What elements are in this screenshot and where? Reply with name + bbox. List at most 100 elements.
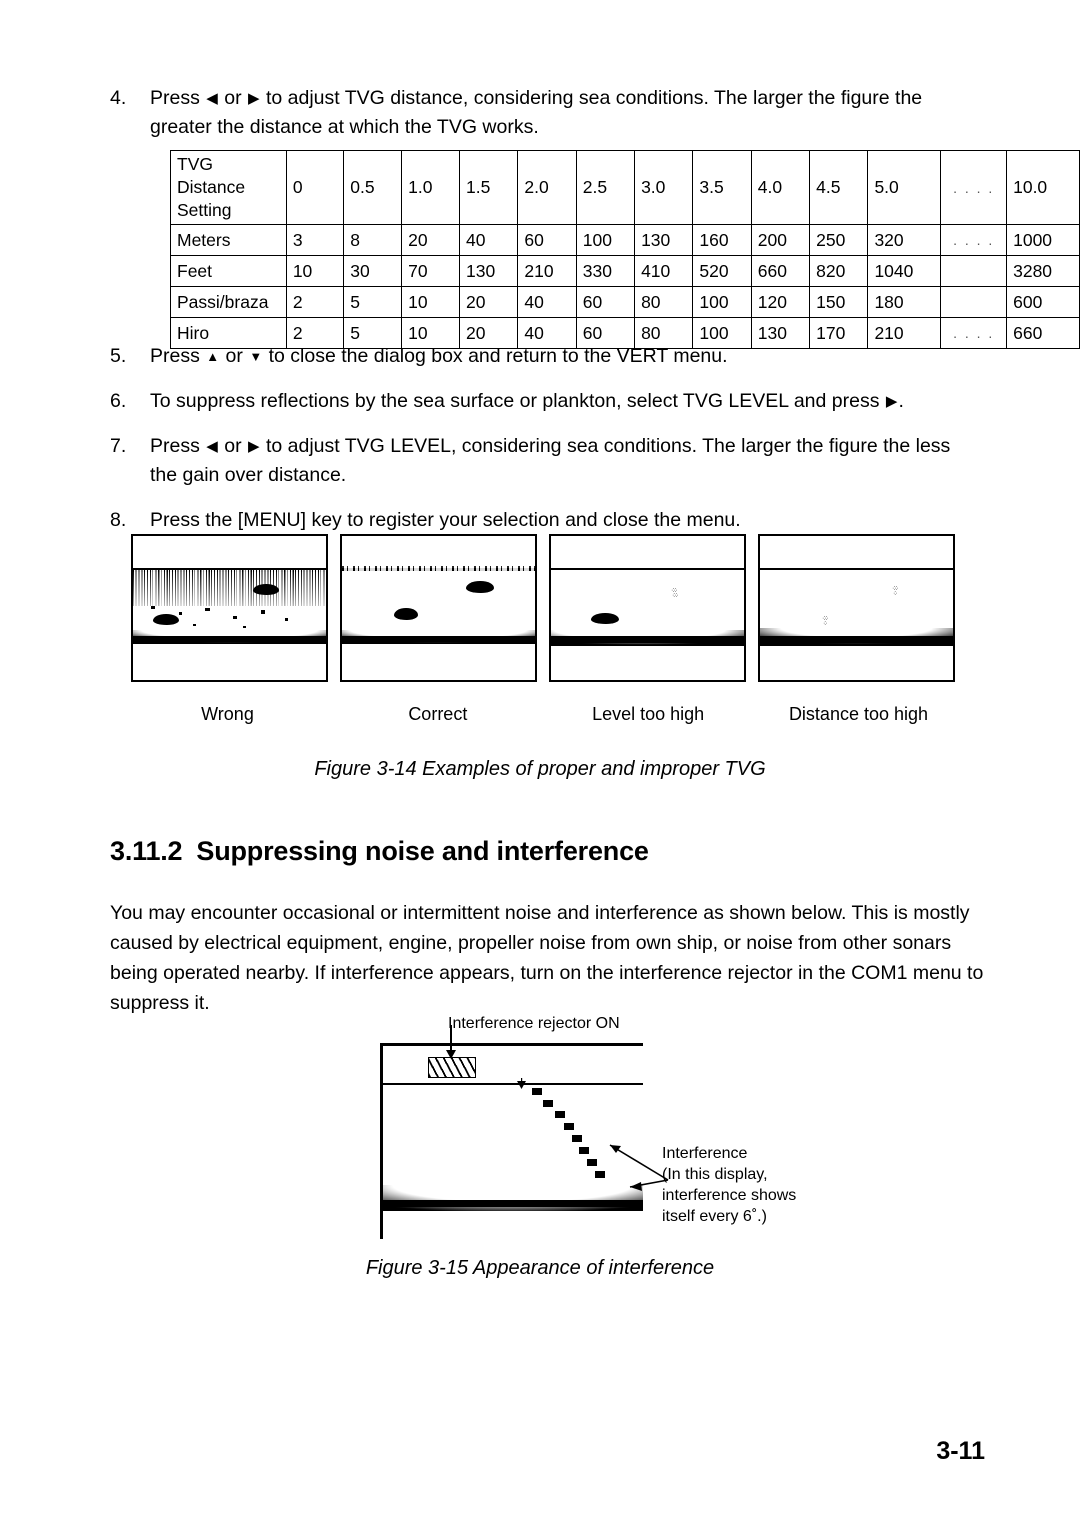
fish-echo	[394, 608, 418, 620]
bottom-echo-core	[382, 1200, 643, 1207]
interference-rejector-marker-icon	[428, 1057, 476, 1078]
cell: 2	[285, 286, 345, 318]
cell: 10.0	[1006, 150, 1080, 225]
figure-3-15-caption: Figure 3-15 Appearance of interference	[365, 1257, 715, 1279]
step-item-4: 4. Press ◀ or ▶ to adjust TVG distance, …	[110, 84, 980, 142]
noise-speck	[261, 610, 265, 614]
panel-caption-level-too-high: Level too high	[592, 704, 705, 724]
cell: 1.0	[401, 150, 461, 225]
cell: 4.0	[750, 150, 811, 225]
step-text-pre: Press	[150, 87, 206, 109]
bottom-echo-core	[551, 636, 744, 643]
interference-mark	[555, 1111, 565, 1118]
table-row: Passi/braza 2 5 10 20 40 60 80 100 120 1…	[170, 286, 1080, 318]
interference-mark	[587, 1159, 597, 1166]
step-text: Press the [MENU] key to register your se…	[150, 509, 741, 531]
step-text-pre: Press	[150, 345, 206, 367]
cell: 2.0	[517, 150, 577, 225]
cell-blank	[940, 255, 1008, 287]
step-text-mid: or	[218, 435, 247, 457]
step-text: Press ▲ or ▼ to close the dialog box and…	[150, 342, 980, 371]
surface-echo-line	[760, 568, 953, 570]
noise-speck	[285, 618, 288, 621]
step-number: 5.	[110, 345, 127, 367]
cell: 180	[867, 286, 942, 318]
cell-ellipsis: . . . .	[940, 224, 1008, 256]
interference-mark	[572, 1135, 582, 1142]
step-list-bottom: 5. Press ▲ or ▼ to close the dialog box …	[110, 342, 980, 551]
cell: 520	[692, 255, 752, 287]
annotation-leader-arrows	[609, 1144, 669, 1191]
interference-mark	[579, 1147, 589, 1154]
step-text-post: to close the dialog box and return to th…	[263, 345, 728, 367]
left-arrow-icon: ◀	[206, 90, 218, 107]
noise-speck	[243, 626, 246, 628]
cell: 60	[575, 286, 636, 318]
cell: 1000	[1006, 224, 1080, 256]
row-label-line-2: Distance	[177, 177, 246, 197]
step-text-mid: or	[220, 345, 249, 367]
annotation-line-2: (In this display,	[662, 1166, 768, 1183]
cell: 250	[809, 224, 869, 256]
tvg-distance-table: TVG Distance Setting 0 0.5 1.0 1.5 2.0 2…	[170, 150, 1080, 349]
fish-echo	[253, 584, 279, 595]
table-row: Meters 3 8 20 40 60 100 130 160 200 250 …	[170, 224, 1080, 256]
row-label-passi-braza: Passi/braza	[170, 286, 287, 318]
cell: 660	[750, 255, 811, 287]
sonar-panel-level-too-high: ·:·:· ·:·:·	[549, 534, 746, 682]
cell: 2.5	[575, 150, 636, 225]
interference-mark	[543, 1100, 553, 1107]
cell: 3	[285, 224, 345, 256]
tvg-distance-table-container: TVG Distance Setting 0 0.5 1.0 1.5 2.0 2…	[170, 150, 1080, 349]
callout-line-to-hatch-box	[450, 1025, 452, 1051]
page-number: 3-11	[936, 1437, 985, 1465]
cell: 150	[809, 286, 869, 318]
step-number: 8.	[110, 509, 127, 531]
right-arrow-icon: ▶	[248, 438, 260, 455]
faint-echo-marks: ·:·:· ·:·	[892, 585, 899, 597]
annotation-line-4: itself every 6˚.)	[662, 1208, 767, 1225]
cell: 120	[750, 286, 811, 318]
figure-3-14-caption: Figure 3-14 Examples of proper and impro…	[314, 758, 766, 780]
panel-caption-correct: Correct	[408, 704, 468, 724]
step-text-post: to adjust TVG LEVEL, considering sea con…	[150, 435, 951, 486]
noise-speck	[233, 616, 237, 619]
faint-echo-marks: ·:·:· ·:·:·	[671, 587, 679, 599]
cell: 330	[575, 255, 636, 287]
cell-blank	[940, 286, 1008, 318]
left-arrow-icon: ◀	[206, 438, 218, 455]
row-label-tvg-distance-setting: TVG Distance Setting	[170, 150, 287, 225]
bottom-echo-core	[342, 636, 535, 642]
fish-echo	[153, 614, 179, 625]
cell: 40	[459, 224, 519, 256]
right-arrow-icon: ▶	[248, 90, 260, 107]
faint-echo-marks: ·:·:· ·:·	[822, 615, 829, 627]
cell: 0.5	[343, 150, 403, 225]
step-number: 4.	[110, 87, 127, 109]
cell: 200	[750, 224, 811, 256]
section-number: 3.11.2	[110, 836, 183, 866]
noise-speck	[193, 624, 196, 626]
interference-mark	[532, 1088, 542, 1095]
cell: 30	[343, 255, 403, 287]
step-item-5: 5. Press ▲ or ▼ to close the dialog box …	[110, 342, 980, 371]
cell: 10	[285, 255, 345, 287]
row-label-line-3: Setting	[177, 200, 232, 220]
step-text-post: .	[898, 390, 904, 412]
cell: 20	[401, 224, 461, 256]
cell: 600	[1006, 286, 1080, 318]
row-label-meters: Meters	[170, 224, 287, 256]
cell: 3.5	[692, 150, 752, 225]
cell: 70	[401, 255, 461, 287]
cell: 1.5	[459, 150, 519, 225]
plankton-noise-band	[133, 570, 326, 606]
interference-mark	[564, 1123, 574, 1130]
cell: 5.0	[867, 150, 942, 225]
step-list-top: 4. Press ◀ or ▶ to adjust TVG distance, …	[110, 84, 980, 144]
step-text: Press ◀ or ▶ to adjust TVG LEVEL, consid…	[150, 432, 980, 490]
step-item-8: 8. Press the [MENU] key to register your…	[110, 506, 980, 535]
surface-echo-line	[551, 568, 744, 570]
step-text: To suppress reflections by the sea surfa…	[150, 387, 980, 416]
display-top-border	[380, 1043, 643, 1046]
cell-ellipsis: . . . .	[940, 150, 1008, 225]
